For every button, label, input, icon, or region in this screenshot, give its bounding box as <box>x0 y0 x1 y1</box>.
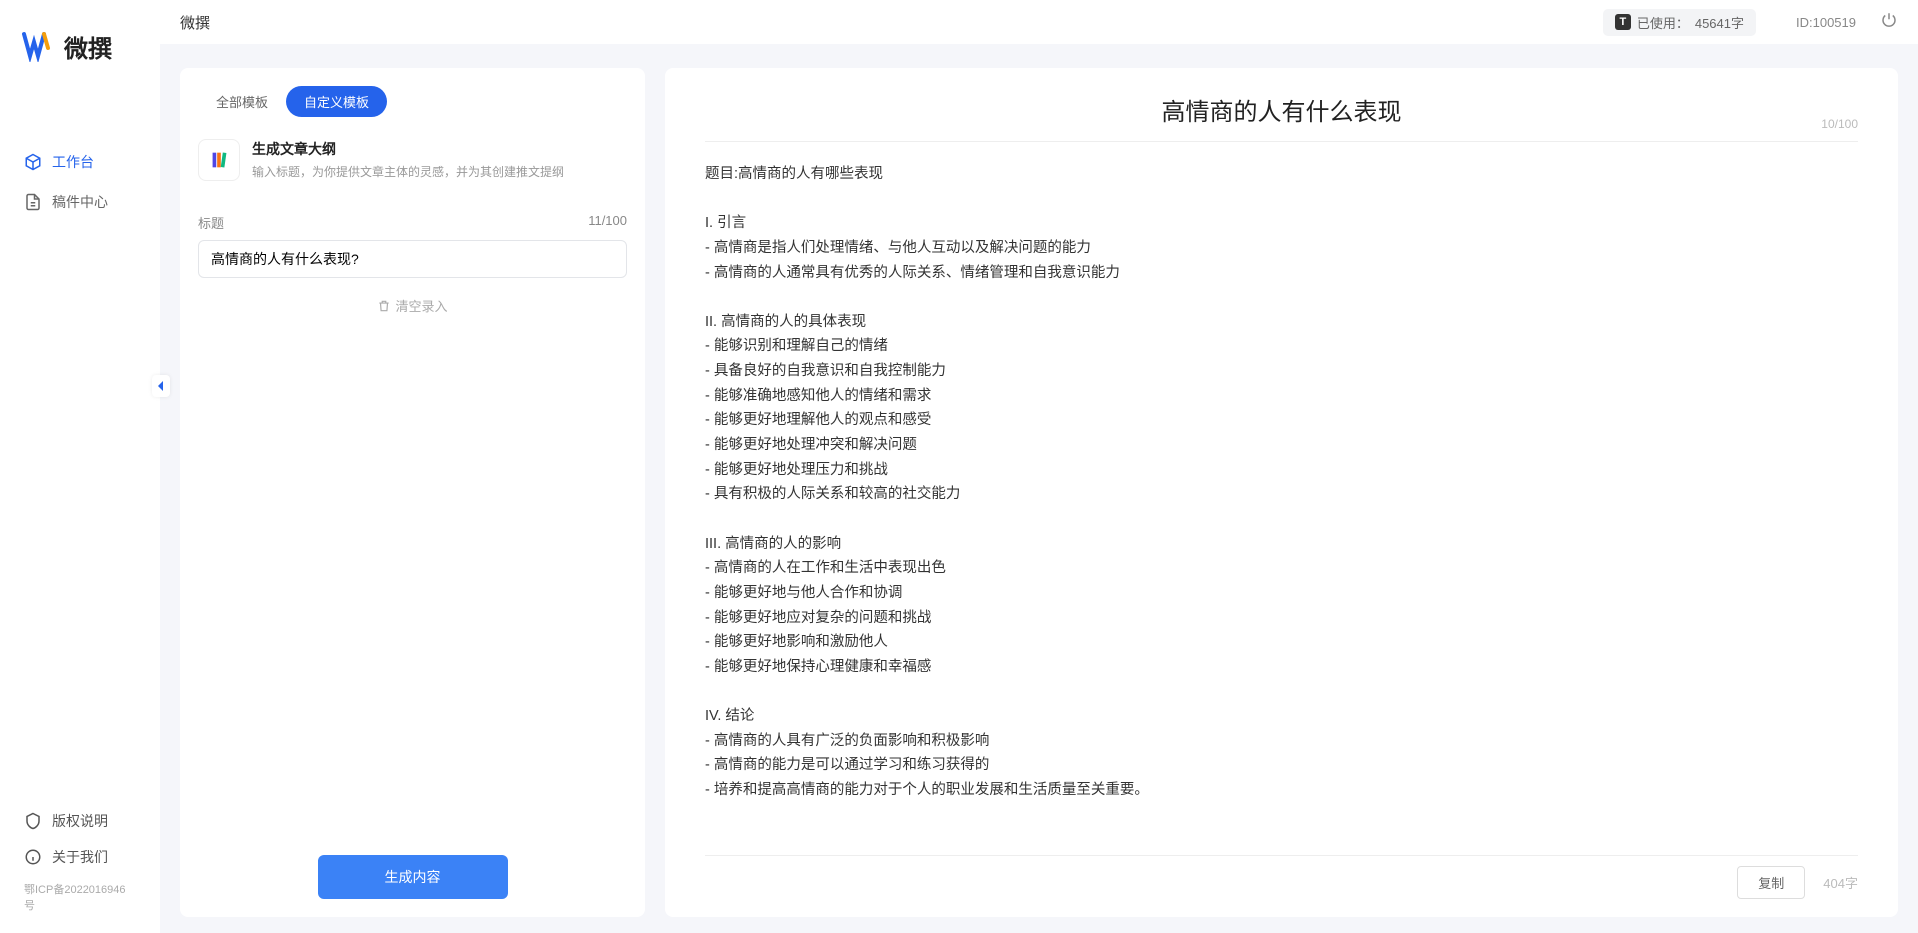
icp-text: 鄂ICP备2022016946号 <box>0 881 160 913</box>
footer-about[interactable]: 关于我们 <box>0 839 160 875</box>
input-panel: 全部模板 自定义模板 生成文章大纲 输入标题，为你提供文章主体的灵感，并为其创建… <box>180 68 645 917</box>
template-icon <box>198 139 240 181</box>
usage-pill[interactable]: T 已使用： 45641字 <box>1603 9 1756 36</box>
shield-icon <box>24 812 42 830</box>
footer-label: 关于我们 <box>52 847 108 867</box>
output-panel: 高情商的人有什么表现 10/100 题目:高情商的人有哪些表现 I. 引言 - … <box>665 68 1898 917</box>
logo-text: 微撰 <box>64 29 112 64</box>
logo[interactable]: 微撰 <box>0 0 160 92</box>
output-body[interactable]: 题目:高情商的人有哪些表现 I. 引言 - 高情商是指人们处理情绪、与他人互动以… <box>705 142 1858 855</box>
cube-icon <box>24 153 42 171</box>
footer-label: 版权说明 <box>52 811 108 831</box>
usage-prefix: 已使用： <box>1637 13 1689 32</box>
power-button[interactable] <box>1880 11 1898 34</box>
collapse-sidebar-button[interactable] <box>152 375 170 397</box>
trash-icon <box>377 299 391 313</box>
tab-custom-templates[interactable]: 自定义模板 <box>286 86 387 117</box>
title-char-count: 11/100 <box>588 213 627 232</box>
nav-label: 工作台 <box>52 152 94 172</box>
template-tabs: 全部模板 自定义模板 <box>198 86 627 117</box>
output-title-count: 10/100 <box>1821 117 1858 131</box>
output-word-count: 404字 <box>1823 873 1858 892</box>
text-icon: T <box>1615 14 1631 30</box>
top-bar: 微撰 T 已使用： 45641字 ID:100519 <box>160 0 1918 44</box>
chevron-left-icon <box>156 380 166 392</box>
info-icon <box>24 848 42 866</box>
document-icon <box>24 193 42 211</box>
logo-icon <box>20 28 56 64</box>
generate-button[interactable]: 生成内容 <box>318 855 508 899</box>
nav-label: 稿件中心 <box>52 192 108 212</box>
template-title: 生成文章大纲 <box>252 139 627 159</box>
power-icon <box>1880 11 1898 29</box>
output-title: 高情商的人有什么表现 <box>705 92 1858 127</box>
footer-copyright[interactable]: 版权说明 <box>0 803 160 839</box>
template-card: 生成文章大纲 输入标题，为你提供文章主体的灵感，并为其创建推文提纲 <box>198 139 627 181</box>
app-name: 微撰 <box>180 12 210 33</box>
clear-label: 清空录入 <box>395 296 447 315</box>
nav-item-drafts[interactable]: 稿件中心 <box>0 182 160 222</box>
title-input[interactable] <box>198 240 627 278</box>
copy-button[interactable]: 复制 <box>1737 866 1805 899</box>
title-label: 标题 <box>198 213 224 232</box>
clear-input-button[interactable]: 清空录入 <box>198 296 627 315</box>
sidebar: 微撰 工作台 稿件中心 版权说明 关于我们 鄂ICP备2022016946号 <box>0 0 160 933</box>
tab-all-templates[interactable]: 全部模板 <box>198 86 286 117</box>
books-icon <box>208 149 230 171</box>
user-id: ID:100519 <box>1796 15 1856 30</box>
template-desc: 输入标题，为你提供文章主体的灵感，并为其创建推文提纲 <box>252 163 627 180</box>
nav-item-workspace[interactable]: 工作台 <box>0 142 160 182</box>
usage-value: 45641字 <box>1695 13 1744 32</box>
